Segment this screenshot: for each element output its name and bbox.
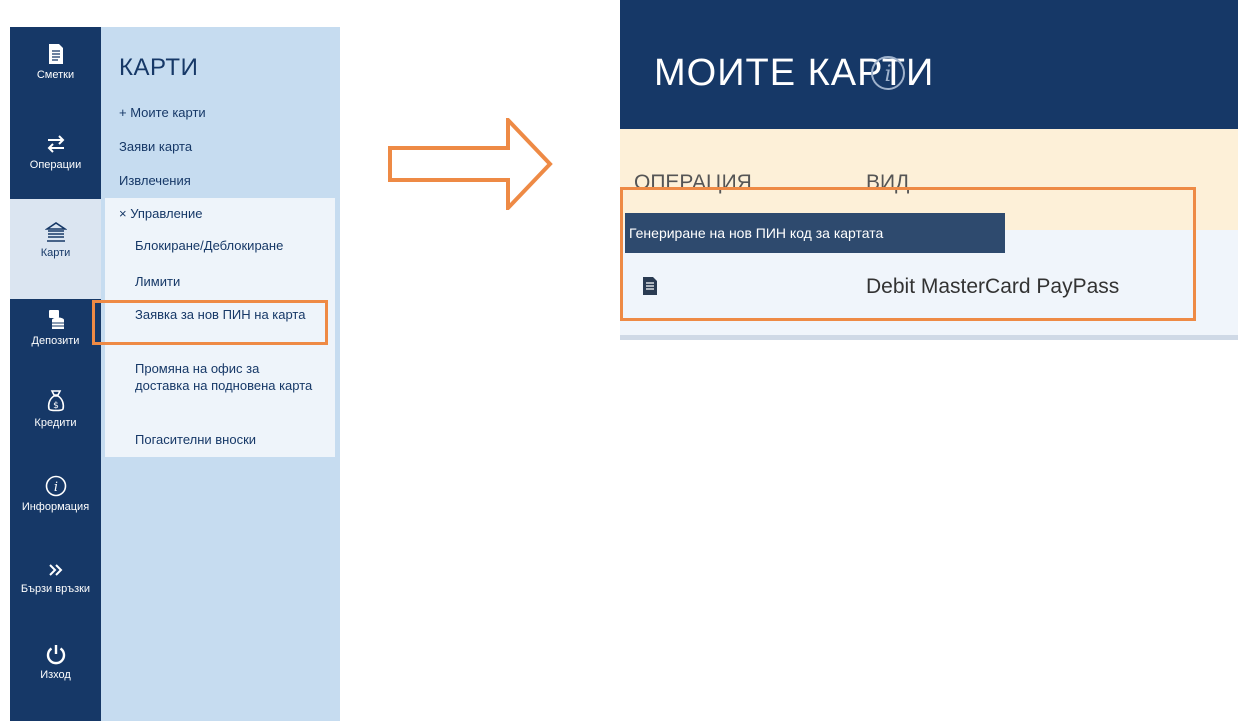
power-icon: [46, 645, 65, 665]
deposit-icon: [48, 310, 64, 329]
submenu-item-limits[interactable]: Лимити: [135, 273, 315, 290]
panel-title: КАРТИ: [119, 54, 199, 81]
right-arrow-icon: [388, 118, 553, 210]
info-icon: i: [45, 475, 66, 497]
menu-link-statements[interactable]: Извлечения: [119, 173, 191, 188]
rail-item-deposits[interactable]: Депозити: [10, 299, 101, 381]
rail-item-cards[interactable]: Карти: [10, 199, 101, 299]
rail-label: Депозити: [31, 335, 80, 347]
highlight-box-card-row: [620, 187, 1196, 321]
menu-link-apply-card[interactable]: Заяви карта: [119, 139, 192, 154]
double-chevron-icon: [48, 564, 62, 576]
rail-label: Карти: [40, 247, 71, 259]
my-cards-view: МОИТЕ КАРТИ i ОПЕРАЦИЯ ВИД Debit MasterC…: [620, 0, 1238, 340]
rail-item-quick-links[interactable]: Бързи връзки: [10, 545, 101, 627]
menu-link-my-cards[interactable]: + Моите карти: [119, 105, 206, 120]
rail-label: Информация: [21, 501, 90, 513]
money-bag-icon: $: [47, 390, 64, 412]
my-cards-header: МОИТЕ КАРТИ i: [620, 0, 1238, 129]
highlight-box-new-pin: [92, 300, 328, 345]
rail-label: Изход: [40, 669, 71, 681]
submenu-item-block-unblock[interactable]: Блокиране/Деблокиране: [135, 237, 315, 254]
rail-label: Сметки: [36, 69, 75, 81]
svg-text:i: i: [884, 62, 891, 87]
rail-item-information[interactable]: i Информация: [10, 463, 101, 545]
cards-submenu-panel: КАРТИ + Моите карти Заяви карта Извлечен…: [101, 27, 340, 721]
svg-text:$: $: [53, 401, 59, 411]
submenu-item-installments[interactable]: Погасителни вноски: [135, 431, 315, 448]
icon-rail: Сметки Операции Карти Депозити $ Кредити: [10, 27, 101, 721]
row-divider: [620, 335, 1238, 340]
bank-icon: [44, 222, 67, 242]
rail-item-logout[interactable]: Изход: [10, 627, 101, 721]
rail-label: Кредити: [34, 417, 77, 429]
rail-item-operations[interactable]: Операции: [10, 117, 101, 199]
rail-label: Бързи връзки: [20, 583, 91, 595]
rail-label: Операции: [29, 159, 82, 171]
svg-text:i: i: [53, 480, 57, 495]
management-section-toggle[interactable]: × Управление: [119, 206, 202, 221]
submenu-item-change-delivery-office[interactable]: Промяна на офис за доставка на подновена…: [135, 360, 315, 394]
rail-item-loans[interactable]: $ Кредити: [10, 381, 101, 463]
rail-item-accounts[interactable]: Сметки: [10, 27, 101, 117]
info-icon[interactable]: i: [870, 55, 906, 91]
transfer-arrows-icon: [47, 135, 64, 153]
document-icon: [48, 44, 63, 64]
